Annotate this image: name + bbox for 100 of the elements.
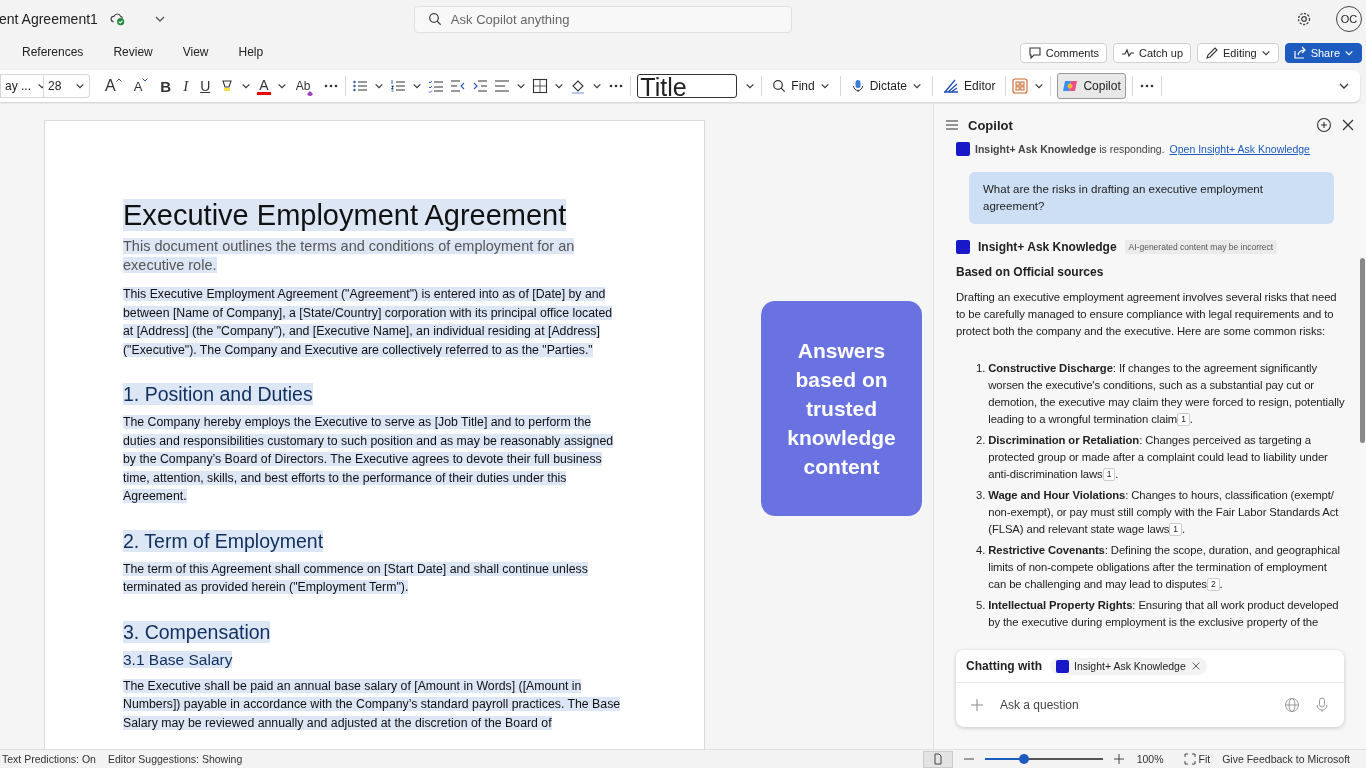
zoom-percentage[interactable]: 100%: [1136, 753, 1164, 765]
section-heading: 2. Term of Employment: [123, 528, 325, 554]
grow-font-button[interactable]: A: [102, 75, 125, 97]
copilot-logo-icon: [1062, 78, 1079, 94]
decrease-indent-icon[interactable]: [450, 78, 467, 94]
agent-name: Insight+ Ask Knowledge: [1074, 660, 1186, 672]
menu-tab[interactable]: View: [176, 41, 215, 65]
chatting-with-label: Chatting with: [966, 659, 1042, 673]
chevron-down-icon[interactable]: [276, 81, 287, 91]
align-icon[interactable]: [494, 78, 511, 94]
status-item[interactable]: Editor Suggestions: Showing: [107, 753, 243, 765]
shading-icon[interactable]: [570, 78, 587, 94]
dictate-button[interactable]: Dictate: [846, 73, 927, 99]
font-size-dropdown[interactable]: 28: [44, 74, 90, 98]
menu-tab[interactable]: Help: [232, 41, 270, 65]
italic-button[interactable]: I: [180, 75, 192, 97]
chevron-down-icon: [912, 81, 923, 91]
menu-icon[interactable]: [945, 118, 959, 132]
caret-down-icon: [142, 78, 149, 82]
shrink-font-button[interactable]: A: [130, 75, 152, 97]
eraser-icon: [306, 89, 315, 97]
chevron-down-icon[interactable]: [241, 81, 252, 91]
chevron-down-icon[interactable]: [554, 81, 565, 91]
bold-button[interactable]: B: [157, 75, 175, 97]
increase-indent-icon[interactable]: [472, 78, 489, 94]
share-button[interactable]: Share: [1284, 43, 1362, 63]
menu-tab[interactable]: References: [16, 41, 90, 65]
search-icon: [772, 79, 787, 93]
list-number: 4.: [976, 543, 986, 558]
page-icon: [931, 753, 944, 765]
risk-item-text: Wage and Hour Violations: Changes to hours, classification (exempt/ non-exempt), or pay must still comply with the Fair Labor Standards Act (FLSA) and relevant state wage laws 1 .: [988, 488, 1340, 538]
editor-button[interactable]: Editor: [939, 73, 1000, 99]
open-agent-link[interactable]: Open Insight+ Ask Knowledge: [1169, 143, 1310, 155]
borders-icon[interactable]: [532, 78, 549, 94]
chevron-down-icon: [819, 81, 830, 91]
editing-mode-button[interactable]: Editing: [1197, 43, 1279, 63]
chevron-down-icon[interactable]: [745, 81, 756, 91]
close-icon[interactable]: [1341, 118, 1355, 132]
disclaimer-label: AI-generated content may be incorrect: [1124, 240, 1278, 254]
chevron-down-icon[interactable]: [516, 81, 527, 91]
pen-strokes-icon: [943, 78, 960, 94]
agent-chip[interactable]: Insight+ Ask Knowledge: [1050, 657, 1207, 675]
menu-tab[interactable]: Review: [107, 41, 159, 65]
underline-button[interactable]: U: [197, 75, 214, 97]
font-color-button[interactable]: A: [257, 77, 271, 95]
bullet-list-icon[interactable]: [352, 78, 369, 94]
status-text: Insight+ Ask Knowledge is responding.: [975, 143, 1165, 155]
fit-corners-icon: [1183, 753, 1196, 765]
new-chat-icon[interactable]: [1316, 117, 1332, 133]
add-ins-icon[interactable]: [1012, 78, 1029, 94]
agent-logo-icon: [956, 142, 970, 156]
comments-button[interactable]: Comments: [1019, 43, 1107, 63]
panel-title: Copilot: [968, 117, 1013, 133]
style-selector[interactable]: Title: [637, 74, 738, 98]
risk-item-text: Constructive Discharge: If changes to the agreement significantly worsen the executive's conditions, such as a substantial pay cut or demotion, the executive may claim they were forced to resign, potentially leading to a wrongful termination claim 1 .: [988, 361, 1346, 428]
chevron-down-icon[interactable]: [374, 81, 385, 91]
feedback-link[interactable]: Give Feedback to Microsoft: [1222, 753, 1350, 765]
microphone-icon[interactable]: [1314, 697, 1330, 713]
question-field[interactable]: Ask a question: [998, 697, 1270, 713]
document-subtitle: This document outlines the terms and conditions of employment for an executive role.: [123, 237, 576, 275]
risk-item-text: Intellectual Property Rights: Ensuring that all work product developed by the executive during employment is the exclusive property of the: [988, 598, 1340, 630]
chevron-down-icon[interactable]: [1034, 81, 1045, 91]
section-heading: 1. Position and Duties: [123, 382, 314, 407]
paragraph: The term of this Agreement shall commence on [Start Date] and shall continue unless terminated as provided herein ("Employment Term").: [123, 560, 589, 596]
pulse-icon: [1120, 46, 1135, 60]
document-name[interactable]: ent Agreement1: [0, 11, 98, 27]
cloud-saved-icon: [109, 11, 126, 27]
catch-up-button[interactable]: Catch up: [1112, 43, 1191, 63]
fit-button[interactable]: Fit: [1183, 753, 1211, 765]
search-field[interactable]: Ask Copilot anything: [413, 5, 792, 33]
section-heading: 3. Compensation: [123, 619, 272, 645]
copilot-button[interactable]: Copilot: [1057, 73, 1126, 99]
list-number: 5.: [976, 598, 986, 613]
microphone-icon: [850, 79, 865, 93]
page-view-button[interactable]: [922, 750, 953, 768]
zoom-in-icon[interactable]: [1112, 753, 1125, 765]
list-number: 1.: [976, 361, 986, 376]
agent-logo-icon: [1056, 659, 1069, 673]
font-name-dropdown[interactable]: ay ...: [0, 74, 44, 98]
document-title: Executive Employment Agreement: [123, 198, 568, 233]
status-item[interactable]: Text Predictions: On: [2, 753, 96, 765]
settings-icon[interactable]: [1296, 11, 1312, 27]
chevron-down-icon[interactable]: [592, 81, 603, 91]
response-heading: Based on Official sources: [956, 265, 1105, 279]
chevron-down-icon[interactable]: [412, 81, 423, 91]
paragraph: The Company hereby employs the Executive to serve as [Job Title] and to perform the duties and responsibilities customary to such position and as may be reasonably assigned by the Company’s Board of Directors. The Executive agrees to devote their full business time, attention, skills, and best efforts to the performance of their duties under this Agreement.: [123, 414, 615, 505]
clear-formatting-button[interactable]: Ab: [292, 75, 318, 97]
subsection-heading: 3.1 Base Salary: [123, 649, 234, 670]
checklist-icon[interactable]: [428, 78, 445, 94]
paragraph: This Executive Employment Agreement ("Agreement") is entered into as of [Date] by and between [Name of Company], a [State/Country] corporation with its principal office located at [Address] (the "Company"), and [Executive Name], an individual residing at [Address] ("Executive"). The Company and Executive are collectively referred to as the "Parties.": [123, 286, 614, 359]
chevron-down-icon: [1344, 48, 1354, 58]
find-button[interactable]: Find: [768, 73, 834, 99]
numbered-list-icon[interactable]: [390, 78, 407, 94]
globe-icon[interactable]: [1284, 697, 1300, 713]
scrollbar[interactable]: [1360, 258, 1365, 443]
speech-bubble-icon: [1027, 46, 1042, 60]
agent-logo-icon: [956, 240, 970, 254]
list-number: 2.: [976, 433, 986, 448]
risk-item-text: Discrimination or Retaliation: Changes perceived as targeting a protected group or made after a complaint could lead to liability under anti-discrimination laws 1 .: [988, 433, 1329, 483]
close-icon[interactable]: [1190, 661, 1201, 671]
